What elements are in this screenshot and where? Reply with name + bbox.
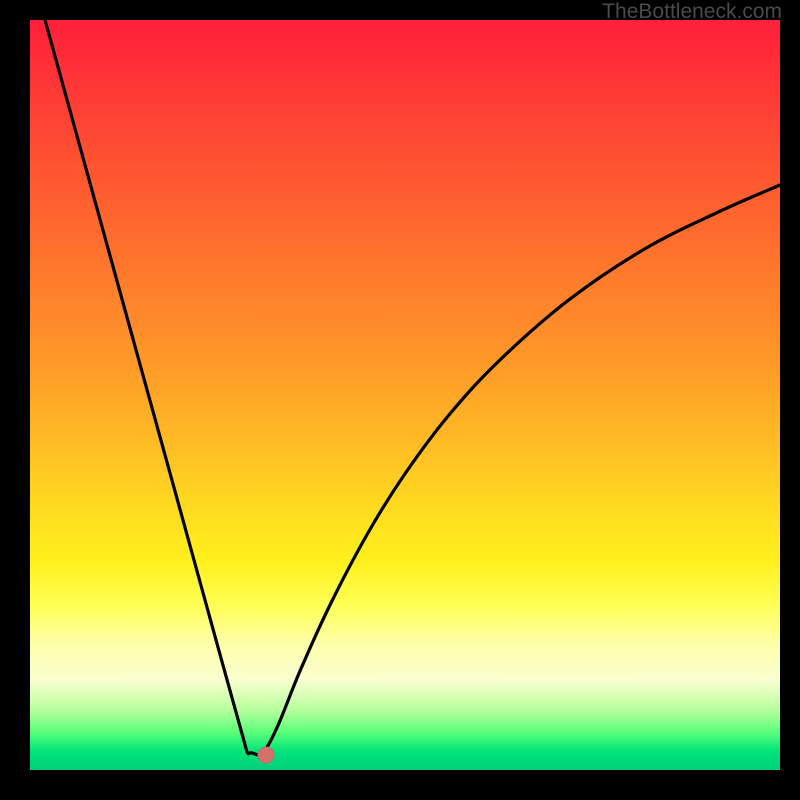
plot-area (30, 20, 780, 770)
curve-svg (30, 20, 780, 770)
watermark-text: TheBottleneck.com (602, 0, 782, 24)
bottleneck-curve (45, 20, 780, 755)
chart-container: TheBottleneck.com (0, 0, 800, 800)
minimum-marker-icon (258, 747, 275, 764)
